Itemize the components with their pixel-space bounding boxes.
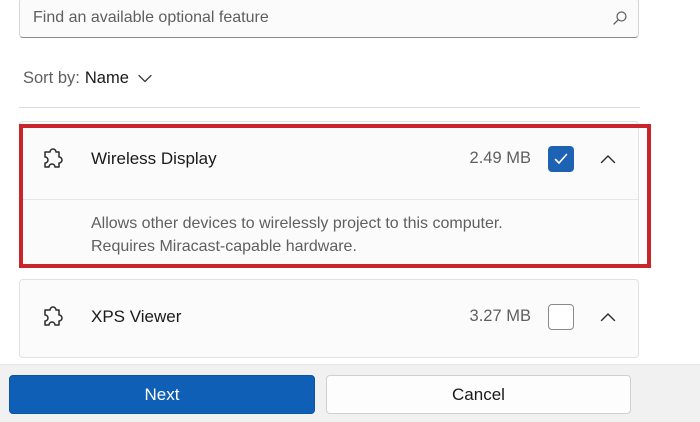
feature-card-wireless-display: Wireless Display 2.49 MB Allows other de… [19,121,639,267]
sort-label: Sort by: [23,69,80,87]
feature-description-line: Allows other devices to wirelessly proje… [91,215,503,232]
next-button[interactable]: Next [9,375,315,414]
search-icon[interactable] [612,10,628,26]
chevron-up-icon[interactable] [600,154,616,164]
feature-row[interactable]: Wireless Display 2.49 MB [20,122,638,198]
feature-checkbox[interactable] [548,304,574,330]
feature-size: 3.27 MB [469,307,531,325]
feature-name: XPS Viewer [91,307,182,326]
feature-card-xps-viewer: XPS Viewer 3.27 MB [19,279,639,358]
checkmark-icon [554,153,568,164]
divider [19,107,640,108]
puzzle-piece-icon [44,148,63,168]
feature-checkbox[interactable] [548,146,574,172]
chevron-up-icon[interactable] [600,312,616,322]
feature-name: Wireless Display [91,149,217,168]
divider [20,199,638,200]
feature-description-line: Requires Miracast-capable hardware. [91,238,357,255]
chevron-down-icon[interactable] [138,74,152,83]
puzzle-piece-icon [44,306,63,326]
feature-size: 2.49 MB [469,149,531,167]
cancel-button[interactable]: Cancel [326,375,631,414]
search-input[interactable]: Find an available optional feature [19,0,639,38]
search-placeholder: Find an available optional feature [33,9,269,26]
dialog-footer: Next Cancel [0,364,700,422]
sort-value[interactable]: Name [85,69,129,88]
sort-dropdown[interactable]: Sort by: Name [23,69,152,88]
feature-row[interactable]: XPS Viewer 3.27 MB [20,280,638,356]
feature-description: Allows other devices to wirelessly proje… [91,212,503,258]
